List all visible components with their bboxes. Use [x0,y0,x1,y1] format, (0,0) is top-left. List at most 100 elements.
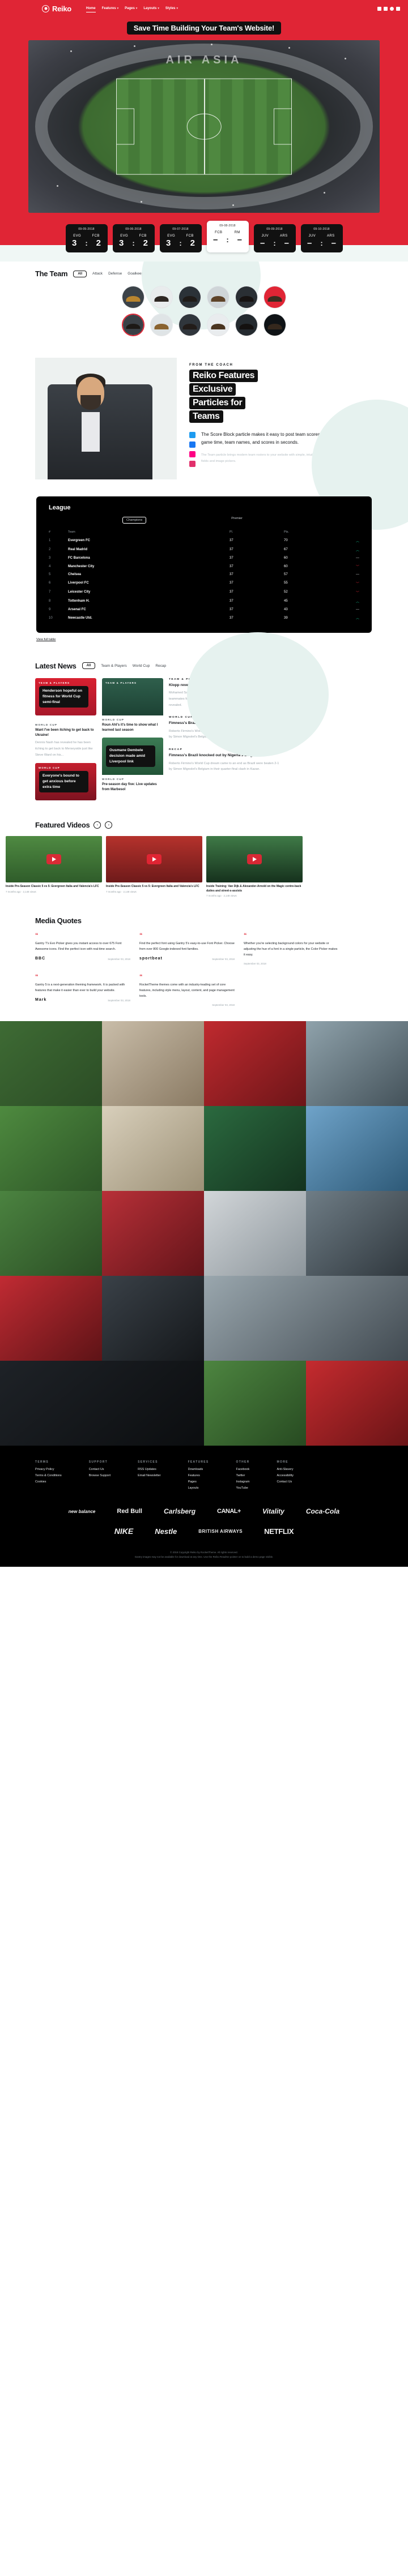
chevron-right-icon[interactable]: › [105,821,113,829]
news-filter-all[interactable]: All [82,662,96,670]
player-avatar[interactable] [150,286,173,308]
table-row[interactable]: 7 Leicester City 37 52 ﹀ [49,588,359,597]
footer-link[interactable]: YouTube [236,1486,250,1490]
gallery-image[interactable] [204,1276,408,1361]
gallery-image[interactable] [0,1191,102,1276]
score-card[interactable]: 09-07-2018 EVG FCB 3 : 2 [159,224,202,252]
score-card[interactable]: 09-09-2018 JUV ARS – : – [253,224,296,252]
table-row[interactable]: 5 Chelsea 37 57 — [49,571,359,578]
gallery-image[interactable] [204,1106,306,1191]
gallery-image[interactable] [102,1106,204,1191]
nav-item-layouts[interactable]: Layouts ▾ [143,7,159,10]
twitter-icon[interactable] [384,6,388,11]
footer-link[interactable]: Accessibility [277,1474,294,1477]
flickr-icon[interactable] [189,451,196,457]
team-filter-defense[interactable]: Defense [108,272,122,276]
gallery-image[interactable] [0,1106,102,1191]
score-card-active[interactable]: 09-08-2018 FCB RM – : – [206,221,249,252]
news-card[interactable]: TEAM & PLAYERS Henderson hopeful on fitn… [35,678,96,715]
player-avatar[interactable] [235,286,258,308]
score-card[interactable]: 09-06-2018 EVG FCB 3 : 2 [112,224,155,252]
footer-link[interactable]: Cookies [35,1480,62,1484]
footer-link[interactable]: Browse Support [89,1474,110,1477]
table-row[interactable]: 9 Arsenal FC 37 43 — [49,606,359,614]
gallery-image[interactable] [306,1106,408,1191]
gallery-image[interactable] [306,1021,408,1107]
news-card[interactable]: Ousmane Dembele decision made amid Liver… [102,738,163,792]
gallery-image[interactable] [102,1191,204,1276]
video-card[interactable]: Inside Pre-Season Classic 5 vs 5: Evergr… [6,836,102,897]
news-filter-recap[interactable]: Recap [155,664,166,668]
player-avatar[interactable] [207,286,230,308]
footer-link[interactable]: Twitter [236,1474,250,1477]
footer-link[interactable]: Downloads [188,1468,209,1471]
player-avatar[interactable] [207,314,230,336]
gallery-image[interactable] [102,1276,204,1361]
table-row[interactable]: 2 Real Madrid 37 67 ︿ [49,545,359,554]
footer-link[interactable]: Instagram [236,1480,250,1484]
player-avatar[interactable] [178,314,201,336]
table-row[interactable]: 10 Newcastle Utd. 37 39 ︿ [49,614,359,623]
table-row[interactable]: 8 Tottenham H. 37 45 ︿ [49,597,359,606]
news-card[interactable]: TEAM & PLAYERS WORLD CUP Roun Ahl's it's… [102,678,163,732]
player-avatar[interactable] [264,314,286,336]
footer-link[interactable]: Privacy Policy [35,1468,62,1471]
player-avatar[interactable] [122,314,144,336]
instagram-icon[interactable] [189,461,196,467]
twitter-icon[interactable] [189,432,196,438]
facebook-icon[interactable] [189,442,196,448]
youtube-icon[interactable] [396,6,400,11]
gallery-image[interactable] [204,1361,306,1446]
footer-link[interactable]: Contact Us [89,1468,110,1471]
nav-item-pages[interactable]: Pages ▾ [125,7,137,10]
league-tab-premier[interactable]: Premier [231,517,243,524]
video-card[interactable]: Inside Pre-Season Classic 5 vs 5: Evergr… [106,836,202,897]
footer-link[interactable]: Email Newsletter [138,1474,160,1477]
player-avatar[interactable] [264,286,286,308]
footer-link[interactable]: Terms & Conditions [35,1474,62,1477]
league-tab-champions[interactable]: Champions [122,517,147,524]
table-row[interactable]: 6 Liverpool FC 37 55 ﹀ [49,578,359,588]
player-avatar[interactable] [122,286,144,308]
footer-link[interactable]: Facebook [236,1468,250,1471]
footer-link[interactable]: Features [188,1474,209,1477]
nav-item-styles[interactable]: Styles ▾ [165,7,178,10]
footer-link[interactable]: RSS Updates [138,1468,160,1471]
player-avatar[interactable] [235,314,258,336]
table-row[interactable]: 3 FC Barcelona 37 60 — [49,554,359,562]
gallery-image[interactable] [0,1276,102,1361]
footer-link[interactable]: Anti-Slavery [277,1468,294,1471]
news-filter-team-players[interactable]: Team & Players [101,664,127,668]
facebook-icon[interactable] [377,6,381,11]
sponsor-row: new balance Red Bull Carlsberg CANAL+ Vi… [69,1507,339,1515]
footer-link[interactable]: Pages [188,1480,209,1484]
gallery-image[interactable] [204,1021,306,1107]
gallery-image[interactable] [102,1021,204,1107]
player-avatar[interactable] [178,286,201,308]
nav-item-features[interactable]: Features ▾ [102,7,119,10]
table-row[interactable]: 1 Evergreen FC 37 70 ︿ [49,536,359,545]
gallery-image[interactable] [306,1361,408,1446]
brand-logo[interactable]: Reiko [42,5,71,13]
nav-item-home[interactable]: Home [86,7,96,12]
gallery-image[interactable] [0,1021,102,1107]
play-icon[interactable] [46,854,61,865]
news-filter-world-cup[interactable]: World Cup [133,664,150,668]
news-card[interactable]: WORLD CUP Everyone's bound to get anxiou… [35,763,96,801]
team-filter-all[interactable]: All [73,270,87,277]
chevron-left-icon[interactable]: ‹ [94,821,101,829]
play-icon[interactable] [147,854,162,865]
score-card[interactable]: 09-05-2018 EVG FCB 3 : 2 [65,224,108,252]
instagram-icon[interactable] [390,6,394,11]
team-filter-attack[interactable]: Attack [92,272,103,276]
gallery-image[interactable] [0,1361,204,1446]
table-row[interactable]: 4 Manchester City 37 60 ﹀ [49,562,359,571]
score-card[interactable]: 09-10-2018 JUV ARS – : – [300,224,343,252]
footer-link[interactable]: Layouts [188,1486,209,1490]
play-icon[interactable] [247,854,262,865]
video-card[interactable]: Inside Training: Van Dijk & Alexander-Ar… [206,836,303,897]
footer-link[interactable]: Contact Us [277,1480,294,1484]
gallery-image[interactable] [306,1191,408,1276]
player-avatar[interactable] [150,314,173,336]
gallery-image[interactable] [204,1191,306,1276]
